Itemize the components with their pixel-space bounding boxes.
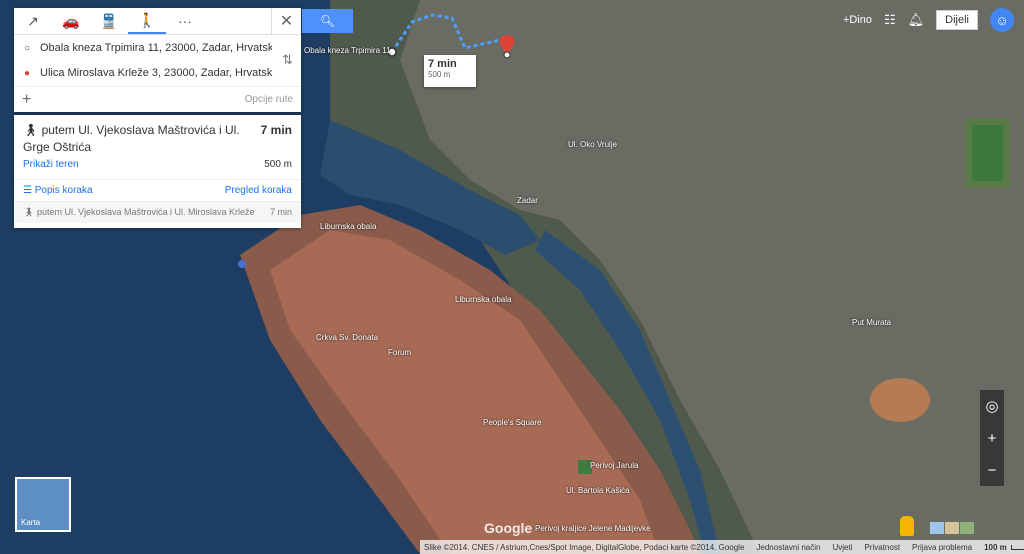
map-label-peoples-square: People's Square — [483, 418, 542, 427]
search-icon: 🔍︎ — [319, 14, 336, 28]
map-label-liburnska: Liburnska obala — [320, 222, 377, 231]
map-label-perivoj: Perivoj Jarula — [590, 461, 639, 470]
route-distance: 500 m — [264, 159, 292, 170]
swap-icon[interactable]: ⇅ — [282, 52, 293, 68]
transit-icon[interactable]: 🚆 — [90, 8, 128, 34]
alt-route-title: putem Ul. Vjekoslava Maštrovića i Ul. Mi… — [36, 207, 255, 217]
user-name-link[interactable]: +Dino — [843, 14, 872, 26]
steps-overview-link[interactable]: Pregled koraka — [225, 185, 292, 196]
alternative-route[interactable]: 🚶︎ putem Ul. Vjekoslava Maštrovića i Ul.… — [14, 201, 301, 223]
layer-thumb-2[interactable] — [945, 522, 959, 534]
privacy-link[interactable]: Privatnost — [864, 543, 900, 552]
origin-input[interactable] — [40, 42, 272, 54]
map-view-label: Karta — [21, 518, 41, 527]
car-icon[interactable]: 🚗 — [52, 8, 90, 34]
steps-list-link[interactable]: ☰ Popis koraka — [23, 185, 93, 196]
search-button[interactable]: 🔍︎ — [302, 9, 353, 33]
terms-link[interactable]: Uvjeti — [832, 543, 852, 552]
add-destination-row: + Opcije rute — [14, 86, 301, 112]
steps-list-label: Popis koraka — [34, 185, 93, 196]
walk-icon: 🚶︎ — [23, 123, 39, 137]
zoom-controls: ◎ + − — [980, 390, 1004, 486]
layer-thumb-1[interactable] — [930, 522, 944, 534]
callout-distance: 500 m — [428, 70, 451, 79]
imagery-credit: Slike ©2014. CNES / Astrium,Cnes/Spot Im… — [424, 542, 745, 552]
origin-row: ○ — [14, 35, 276, 61]
map-view-toggle[interactable]: Karta — [15, 477, 71, 532]
map-label-donata: Crkva Sv. Donata — [316, 333, 379, 342]
google-watermark: Google — [484, 520, 533, 536]
report-problem-link[interactable]: Prijava problema — [912, 543, 972, 552]
compass-icon[interactable]: ◎ — [985, 397, 998, 415]
account-bar: +Dino ☷ 🔔︎ Dijeli ☺ — [843, 8, 1014, 32]
route-card[interactable]: 🚶︎ putem Ul. Vjekoslava Maštrovića i Ul.… — [14, 115, 301, 228]
scale-bar: 100 m — [984, 543, 1024, 552]
zoom-in-button[interactable]: + — [988, 430, 997, 447]
map-label-oko-vrulje: Ul. Oko Vrulje — [568, 140, 618, 149]
pegman-icon[interactable] — [900, 516, 914, 536]
route-time: 7 min — [260, 123, 292, 137]
map-label-forum: Forum — [388, 348, 412, 357]
destination-row: ● — [14, 60, 276, 86]
route-callout[interactable]: 7 min 500 m — [424, 55, 476, 87]
avatar[interactable]: ☺ — [990, 8, 1014, 32]
map-label-put-murata: Put Murata — [852, 318, 892, 327]
callout-time: 7 min — [428, 58, 457, 70]
imagery-layers[interactable] — [930, 522, 974, 534]
walk-icon[interactable]: 🚶 — [128, 8, 166, 34]
route-meta: Prikaži teren 500 m — [14, 156, 301, 173]
directions-panel: ↗ 🚗 🚆 🚶 ··· ✕ ○ ● ⇅ + Opcije rute — [14, 8, 301, 112]
map-label-liburnska-2: Liburnska obala — [455, 295, 512, 304]
route-title: putem Ul. Vjekoslava Maštrovića i Ul. Gr… — [23, 123, 240, 154]
alt-route-time: 7 min — [269, 207, 292, 217]
route-icon[interactable]: ↗ — [14, 8, 52, 34]
notifications-bell-icon[interactable]: 🔔︎ — [908, 12, 925, 28]
map-footer: Slike ©2014. CNES / Astrium,Cnes/Spot Im… — [420, 540, 1024, 554]
map-label-trpimira: Obala kneza Trpimira 11 — [304, 46, 391, 55]
scale-line — [1010, 544, 1024, 550]
travel-mode-bar: ↗ 🚗 🚆 🚶 ··· ✕ — [14, 8, 301, 35]
share-button[interactable]: Dijeli — [936, 10, 978, 30]
zoom-out-button[interactable]: − — [988, 462, 997, 479]
layer-thumb-3[interactable] — [960, 522, 974, 534]
show-terrain-link[interactable]: Prikaži teren — [23, 159, 79, 170]
walk-icon: 🚶︎ — [23, 207, 35, 217]
origin-dot-icon: ○ — [23, 42, 31, 54]
route-actions: ☰ Popis koraka Pregled koraka — [14, 179, 301, 201]
scale-label: 100 m — [984, 542, 1007, 552]
close-icon[interactable]: ✕ — [271, 8, 301, 34]
apps-grid-icon[interactable]: ☷ — [884, 12, 896, 28]
add-destination-icon[interactable]: + — [22, 91, 31, 109]
list-icon: ☰ — [23, 185, 32, 196]
route-summary: 🚶︎ putem Ul. Vjekoslava Maštrovića i Ul.… — [14, 115, 301, 156]
route-options-link[interactable]: Opcije rute — [245, 94, 293, 105]
map-label-perivoj-kraljice: Perivoj kraljice Jelene Madijevke — [535, 524, 651, 533]
more-icon[interactable]: ··· — [166, 8, 204, 34]
simple-mode-link[interactable]: Jednostavni način — [756, 543, 820, 552]
destination-input[interactable] — [40, 67, 272, 79]
map-label-zadar: Zadar — [517, 196, 538, 205]
map-label-bartola: Ul. Bartola Kašića — [566, 486, 630, 495]
destination-pin-icon: ● — [23, 67, 31, 79]
